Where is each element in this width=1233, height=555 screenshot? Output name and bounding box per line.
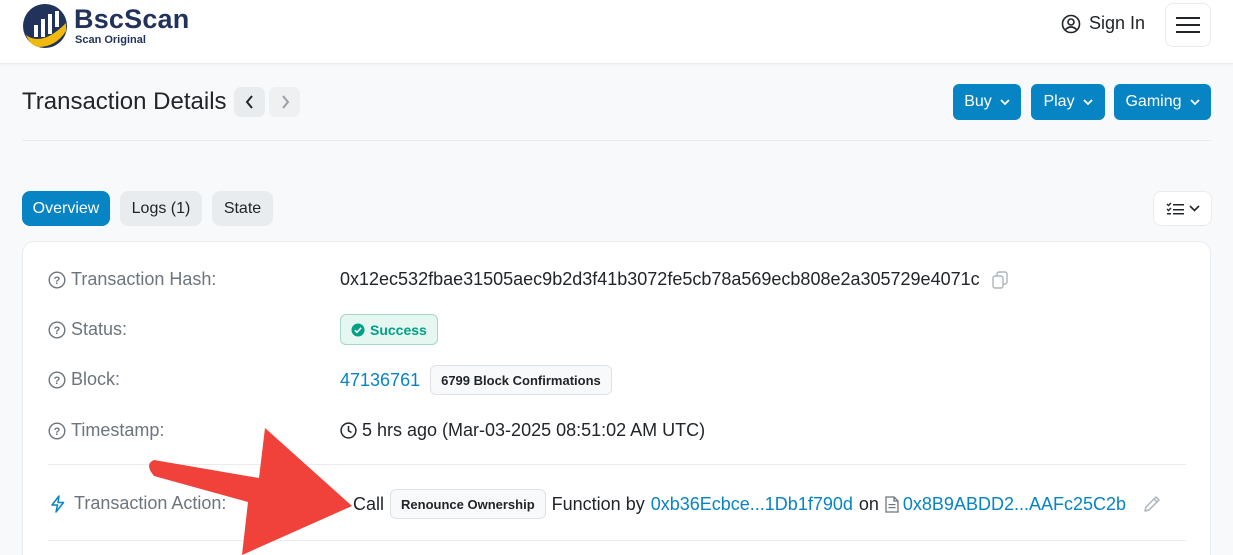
timestamp-row: 5 hrs ago (Mar-03-2025 08:51:02 AM UTC) [340, 420, 705, 441]
block-row: 47136761 6799 Block Confirmations [340, 365, 612, 395]
tab-logs[interactable]: Logs (1) [120, 191, 202, 226]
copy-icon[interactable] [991, 270, 1008, 289]
transaction-hash-row: 0x12ec532fbae31505aec9b2d3f41b3072fe5cb7… [340, 269, 1008, 290]
tab-state[interactable]: State [212, 191, 273, 226]
next-transaction-button[interactable] [269, 87, 300, 117]
chevron-down-icon [1082, 98, 1093, 105]
question-circle-icon[interactable]: ? [48, 370, 66, 389]
play-dropdown-button[interactable]: Play [1031, 84, 1105, 120]
file-icon [885, 495, 899, 513]
chevron-right-icon [281, 95, 289, 109]
sign-in-label: Sign In [1089, 13, 1146, 33]
timestamp-value: 5 hrs ago (Mar-03-2025 08:51:02 AM UTC) [362, 420, 706, 440]
status-label: Status: [71, 319, 128, 339]
gaming-dropdown-button[interactable]: Gaming [1114, 84, 1211, 120]
play-label: Play [1043, 93, 1075, 110]
transaction-hash-label: Transaction Hash: [71, 269, 217, 289]
view-options-dropdown[interactable] [1153, 191, 1212, 226]
logo-subtitle: Scan Original [75, 34, 146, 46]
transaction-hash-value: 0x12ec532fbae31505aec9b2d3f41b3072fe5cb7… [340, 269, 980, 289]
annotation-arrow-icon [149, 428, 352, 555]
caller-address-link[interactable]: 0xb36Ecbce...1Db1f790d [651, 494, 853, 515]
check-circle-icon [351, 323, 365, 336]
lightning-icon [51, 494, 65, 513]
svg-text:?: ? [54, 426, 61, 438]
buy-label: Buy [964, 93, 992, 110]
user-circle-icon [1061, 14, 1081, 33]
chevron-down-icon [1189, 98, 1200, 105]
hamburger-icon [1176, 17, 1200, 33]
chevron-down-icon [1000, 98, 1010, 105]
block-label: Block: [71, 369, 121, 389]
chevron-left-icon [245, 95, 253, 109]
previous-transaction-button[interactable] [234, 87, 265, 117]
gaming-label: Gaming [1125, 93, 1182, 110]
status-row: Success [340, 314, 438, 345]
tab-overview[interactable]: Overview [22, 191, 110, 226]
action-on-text: on [858, 493, 879, 514]
block-confirmations-badge: 6799 Block Confirmations [430, 365, 612, 395]
status-value: Success [370, 321, 427, 338]
question-circle-icon[interactable]: ? [48, 320, 66, 339]
block-number-link[interactable]: 47136761 [340, 370, 420, 391]
chevron-down-icon [1188, 205, 1200, 212]
question-circle-icon[interactable]: ? [48, 270, 66, 289]
buy-dropdown-button[interactable]: Buy [953, 84, 1021, 120]
question-circle-icon[interactable]: ? [48, 421, 66, 440]
status-badge: Success [340, 314, 438, 345]
status-label-group: ? Status: [48, 319, 127, 340]
site-logo[interactable]: BscScan Scan Original [22, 3, 189, 49]
transaction-hash-label-group: ? Transaction Hash: [48, 269, 216, 290]
action-by-text: Function by [551, 493, 645, 514]
sign-in-link[interactable]: Sign In [1061, 13, 1145, 34]
title-divider [22, 140, 1211, 141]
top-navbar: BscScan Scan Original Sign In [0, 0, 1233, 64]
contract-address-link[interactable]: 0x8B9ABDD2...AAFc25C2b [903, 494, 1126, 515]
pencil-icon[interactable] [1142, 494, 1162, 514]
svg-text:?: ? [54, 325, 61, 337]
menu-button[interactable] [1165, 3, 1211, 47]
page-title: Transaction Details [22, 88, 227, 115]
transaction-action-row: Call Renounce Ownership Function by 0xb3… [353, 489, 1162, 519]
block-label-group: ? Block: [48, 369, 120, 390]
function-name-badge: Renounce Ownership [390, 489, 546, 519]
list-check-icon [1166, 202, 1184, 214]
logo-name: BscScan [74, 4, 190, 34]
svg-text:?: ? [54, 375, 61, 387]
svg-text:?: ? [54, 275, 61, 287]
bscscan-logo-icon [23, 4, 67, 48]
